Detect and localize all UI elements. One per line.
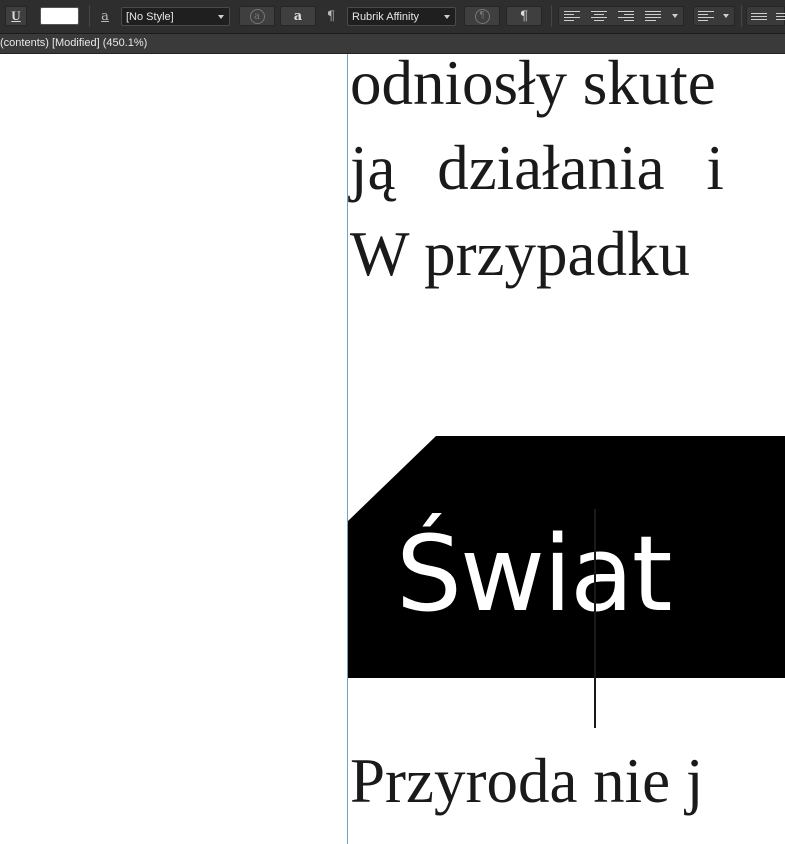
chevron-down-icon	[444, 15, 450, 19]
document-tab-bar: (contents) [Modified] (450.1%)	[0, 34, 785, 54]
justify-icon[interactable]	[645, 8, 661, 24]
align-right-icon[interactable]	[618, 8, 634, 24]
chevron-down-icon[interactable]	[723, 14, 729, 18]
bullet-list-icon[interactable]	[751, 8, 767, 24]
paragraph-icon: ¶	[326, 8, 336, 24]
update-character-style-button[interactable]: a	[239, 6, 275, 26]
section-heading[interactable]: Świat	[396, 522, 672, 626]
update-style-icon: ¶	[474, 8, 490, 24]
body-text-line[interactable]: Przyroda nie j	[350, 750, 703, 813]
update-paragraph-style-button[interactable]: ¶	[464, 6, 500, 26]
paragraph-style-select[interactable]: Rubrik Affinity	[347, 7, 456, 26]
document-title[interactable]: (contents) [Modified] (450.1%)	[0, 37, 147, 49]
body-text-line[interactable]: ją działania i	[350, 137, 724, 200]
underline-button[interactable]: U	[5, 6, 27, 26]
character-style-select[interactable]: [No Style]	[121, 7, 230, 26]
chevron-down-icon[interactable]	[672, 14, 678, 18]
toolbar-separator	[551, 5, 552, 27]
context-toolbar: U a [No Style] a a ¶ Rubrik Affinity ¶ ¶	[0, 0, 785, 34]
body-text-line[interactable]: W przypadku	[350, 223, 690, 286]
apply-paragraph-style-button[interactable]: ¶	[506, 6, 542, 26]
character-style-icon: a	[101, 8, 109, 24]
body-text-line[interactable]: odniosły skute	[350, 54, 716, 115]
document-canvas[interactable]: odniosły skute ją działania i W przypadk…	[0, 54, 785, 844]
numbered-list-icon[interactable]	[776, 8, 785, 24]
toolbar-separator	[741, 5, 742, 27]
apply-character-style-button[interactable]: a	[280, 6, 316, 26]
chevron-down-icon	[218, 15, 224, 19]
toolbar-separator	[89, 5, 90, 27]
vertical-align-icon[interactable]	[698, 8, 714, 24]
fill-color-swatch[interactable]	[40, 7, 79, 25]
update-style-icon: a	[249, 8, 265, 24]
character-style-value: [No Style]	[126, 10, 174, 23]
align-left-icon[interactable]	[564, 8, 580, 24]
align-center-icon[interactable]	[591, 8, 607, 24]
paragraph-style-value: Rubrik Affinity	[352, 10, 420, 23]
text-caret	[594, 509, 596, 728]
